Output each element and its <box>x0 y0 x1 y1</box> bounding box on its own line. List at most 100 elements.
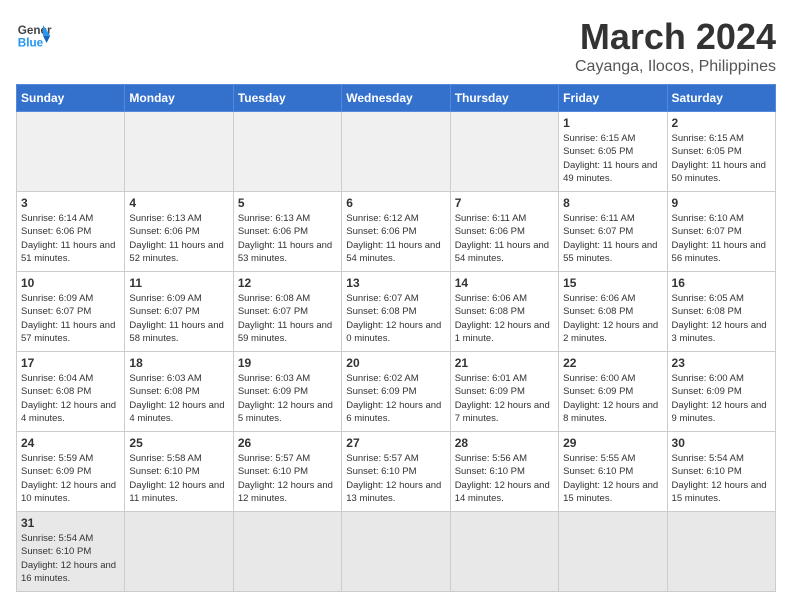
day-number: 18 <box>129 356 228 370</box>
day-info: Sunrise: 5:59 AM Sunset: 6:09 PM Dayligh… <box>21 452 120 505</box>
calendar-cell: 24 Sunrise: 5:59 AM Sunset: 6:09 PM Dayli… <box>17 432 125 512</box>
day-number: 25 <box>129 436 228 450</box>
day-info: Sunrise: 6:03 AM Sunset: 6:09 PM Dayligh… <box>238 372 337 425</box>
calendar-cell: 30 Sunrise: 5:54 AM Sunset: 6:10 PM Dayli… <box>667 432 775 512</box>
day-info: Sunrise: 6:10 AM Sunset: 6:07 PM Dayligh… <box>672 212 771 265</box>
day-info: Sunrise: 6:13 AM Sunset: 6:06 PM Dayligh… <box>129 212 228 265</box>
day-info: Sunrise: 6:11 AM Sunset: 6:06 PM Dayligh… <box>455 212 554 265</box>
calendar-cell: 26Sunrise: 5:57 AM Sunset: 6:10 PM Dayli… <box>233 432 341 512</box>
day-info: Sunrise: 6:04 AM Sunset: 6:08 PM Dayligh… <box>21 372 120 425</box>
week-row-5: 31 Sunrise: 5:54 AM Sunset: 6:10 PM Dayli… <box>17 512 776 592</box>
calendar-cell: 25 Sunrise: 5:58 AM Sunset: 6:10 PM Dayli… <box>125 432 233 512</box>
calendar-cell: 8 Sunrise: 6:11 AM Sunset: 6:07 PM Daylig… <box>559 192 667 272</box>
logo: General Blue <box>16 16 52 52</box>
calendar-cell: 29Sunrise: 5:55 AM Sunset: 6:10 PM Dayli… <box>559 432 667 512</box>
day-number: 23 <box>672 356 771 370</box>
generalblue-logo-icon: General Blue <box>16 16 52 52</box>
calendar-table: SundayMondayTuesdayWednesdayThursdayFrid… <box>16 84 776 592</box>
day-info: Sunrise: 6:14 AM Sunset: 6:06 PM Dayligh… <box>21 212 120 265</box>
svg-text:Blue: Blue <box>18 37 44 50</box>
calendar-cell: 4Sunrise: 6:13 AM Sunset: 6:06 PM Daylig… <box>125 192 233 272</box>
day-info: Sunrise: 5:58 AM Sunset: 6:10 PM Dayligh… <box>129 452 228 505</box>
weekday-header-thursday: Thursday <box>450 85 558 112</box>
calendar-cell <box>559 512 667 592</box>
day-info: Sunrise: 5:54 AM Sunset: 6:10 PM Dayligh… <box>21 532 120 585</box>
day-number: 28 <box>455 436 554 450</box>
calendar-cell: 17Sunrise: 6:04 AM Sunset: 6:08 PM Dayli… <box>17 352 125 432</box>
calendar-cell: 15 Sunrise: 6:06 AM Sunset: 6:08 PM Dayli… <box>559 272 667 352</box>
day-number: 7 <box>455 196 554 210</box>
calendar-cell: 19 Sunrise: 6:03 AM Sunset: 6:09 PM Dayli… <box>233 352 341 432</box>
day-number: 9 <box>672 196 771 210</box>
calendar-cell: 7 Sunrise: 6:11 AM Sunset: 6:06 PM Daylig… <box>450 192 558 272</box>
day-number: 30 <box>672 436 771 450</box>
calendar-subtitle: Cayanga, Ilocos, Philippines <box>575 58 776 76</box>
calendar-cell: 9 Sunrise: 6:10 AM Sunset: 6:07 PM Daylig… <box>667 192 775 272</box>
calendar-cell <box>450 512 558 592</box>
day-info: Sunrise: 6:09 AM Sunset: 6:07 PM Dayligh… <box>21 292 120 345</box>
day-info: Sunrise: 6:09 AM Sunset: 6:07 PM Dayligh… <box>129 292 228 345</box>
day-number: 24 <box>21 436 120 450</box>
week-row-4: 24 Sunrise: 5:59 AM Sunset: 6:09 PM Dayli… <box>17 432 776 512</box>
week-row-2: 10 Sunrise: 6:09 AM Sunset: 6:07 PM Dayli… <box>17 272 776 352</box>
calendar-cell <box>125 112 233 192</box>
day-info: Sunrise: 5:57 AM Sunset: 6:10 PM Dayligh… <box>346 452 445 505</box>
day-info: Sunrise: 5:54 AM Sunset: 6:10 PM Dayligh… <box>672 452 771 505</box>
calendar-cell: 6Sunrise: 6:12 AM Sunset: 6:06 PM Daylig… <box>342 192 450 272</box>
day-number: 29 <box>563 436 662 450</box>
day-number: 31 <box>21 516 120 530</box>
calendar-cell: 22 Sunrise: 6:00 AM Sunset: 6:09 PM Dayli… <box>559 352 667 432</box>
day-info: Sunrise: 6:02 AM Sunset: 6:09 PM Dayligh… <box>346 372 445 425</box>
calendar-cell <box>342 112 450 192</box>
calendar-cell: 27Sunrise: 5:57 AM Sunset: 6:10 PM Dayli… <box>342 432 450 512</box>
calendar-cell: 1 Sunrise: 6:15 AM Sunset: 6:05 PM Daylig… <box>559 112 667 192</box>
day-info: Sunrise: 6:05 AM Sunset: 6:08 PM Dayligh… <box>672 292 771 345</box>
day-info: Sunrise: 6:06 AM Sunset: 6:08 PM Dayligh… <box>455 292 554 345</box>
weekday-header-friday: Friday <box>559 85 667 112</box>
calendar-cell: 5 Sunrise: 6:13 AM Sunset: 6:06 PM Daylig… <box>233 192 341 272</box>
day-number: 8 <box>563 196 662 210</box>
day-number: 22 <box>563 356 662 370</box>
calendar-cell: 18 Sunrise: 6:03 AM Sunset: 6:08 PM Dayli… <box>125 352 233 432</box>
calendar-cell <box>125 512 233 592</box>
day-number: 13 <box>346 276 445 290</box>
day-number: 10 <box>21 276 120 290</box>
day-info: Sunrise: 6:00 AM Sunset: 6:09 PM Dayligh… <box>563 372 662 425</box>
day-info: Sunrise: 6:15 AM Sunset: 6:05 PM Dayligh… <box>672 132 771 185</box>
calendar-cell: 14Sunrise: 6:06 AM Sunset: 6:08 PM Dayli… <box>450 272 558 352</box>
day-number: 19 <box>238 356 337 370</box>
week-row-3: 17Sunrise: 6:04 AM Sunset: 6:08 PM Dayli… <box>17 352 776 432</box>
week-row-0: 1 Sunrise: 6:15 AM Sunset: 6:05 PM Daylig… <box>17 112 776 192</box>
day-number: 15 <box>563 276 662 290</box>
day-info: Sunrise: 6:15 AM Sunset: 6:05 PM Dayligh… <box>563 132 662 185</box>
weekday-header-tuesday: Tuesday <box>233 85 341 112</box>
calendar-cell <box>233 512 341 592</box>
day-number: 1 <box>563 116 662 130</box>
weekday-header-saturday: Saturday <box>667 85 775 112</box>
calendar-cell: 10 Sunrise: 6:09 AM Sunset: 6:07 PM Dayli… <box>17 272 125 352</box>
calendar-cell: 16 Sunrise: 6:05 AM Sunset: 6:08 PM Dayli… <box>667 272 775 352</box>
calendar-cell: 31 Sunrise: 5:54 AM Sunset: 6:10 PM Dayli… <box>17 512 125 592</box>
day-number: 3 <box>21 196 120 210</box>
calendar-cell <box>17 112 125 192</box>
calendar-cell: 12Sunrise: 6:08 AM Sunset: 6:07 PM Dayli… <box>233 272 341 352</box>
day-number: 2 <box>672 116 771 130</box>
day-info: Sunrise: 5:57 AM Sunset: 6:10 PM Dayligh… <box>238 452 337 505</box>
day-number: 21 <box>455 356 554 370</box>
day-number: 5 <box>238 196 337 210</box>
day-number: 16 <box>672 276 771 290</box>
calendar-cell <box>450 112 558 192</box>
calendar-cell: 13Sunrise: 6:07 AM Sunset: 6:08 PM Dayli… <box>342 272 450 352</box>
calendar-cell: 11Sunrise: 6:09 AM Sunset: 6:07 PM Dayli… <box>125 272 233 352</box>
calendar-cell <box>233 112 341 192</box>
day-info: Sunrise: 6:13 AM Sunset: 6:06 PM Dayligh… <box>238 212 337 265</box>
day-info: Sunrise: 6:12 AM Sunset: 6:06 PM Dayligh… <box>346 212 445 265</box>
calendar-cell: 3 Sunrise: 6:14 AM Sunset: 6:06 PM Daylig… <box>17 192 125 272</box>
day-info: Sunrise: 6:03 AM Sunset: 6:08 PM Dayligh… <box>129 372 228 425</box>
day-number: 12 <box>238 276 337 290</box>
day-info: Sunrise: 6:01 AM Sunset: 6:09 PM Dayligh… <box>455 372 554 425</box>
day-info: Sunrise: 6:11 AM Sunset: 6:07 PM Dayligh… <box>563 212 662 265</box>
day-info: Sunrise: 6:06 AM Sunset: 6:08 PM Dayligh… <box>563 292 662 345</box>
weekday-header-sunday: Sunday <box>17 85 125 112</box>
calendar-cell: 20Sunrise: 6:02 AM Sunset: 6:09 PM Dayli… <box>342 352 450 432</box>
